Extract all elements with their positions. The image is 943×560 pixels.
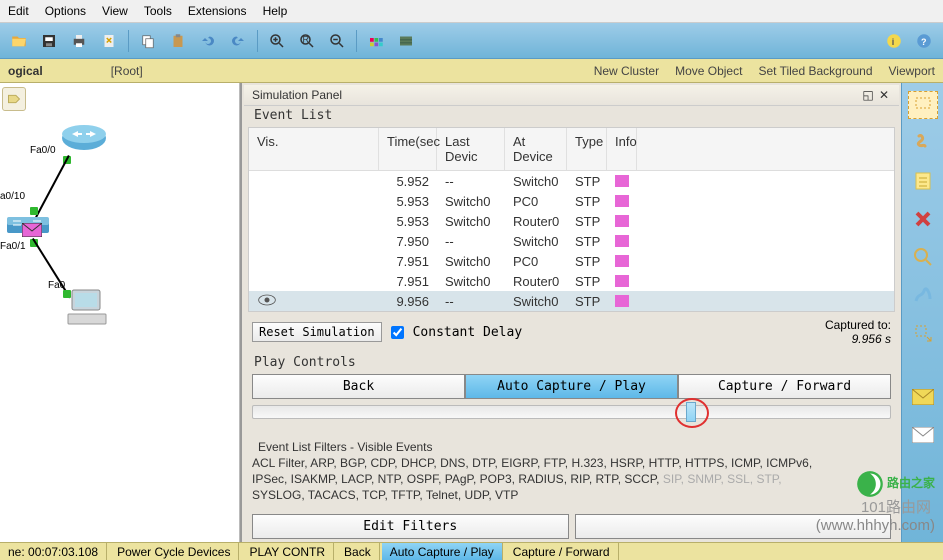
- sim-time: ne: 00:07:03.108: [0, 543, 107, 560]
- menu-edit[interactable]: Edit: [8, 4, 29, 18]
- port-label-fa01: Fa0/1: [0, 241, 26, 252]
- menu-help[interactable]: Help: [263, 4, 288, 18]
- col-vis[interactable]: Vis.: [249, 128, 379, 170]
- router-device[interactable]: [60, 123, 108, 156]
- event-filters: Event List Filters - Visible Events ACL …: [252, 439, 891, 504]
- close-panel-icon[interactable]: ✕: [877, 88, 891, 102]
- table-row[interactable]: 7.951Switch0Router0STP: [249, 271, 894, 291]
- detach-panel-icon[interactable]: ◱: [861, 88, 875, 102]
- info-icon[interactable]: i: [881, 28, 907, 54]
- help-icon[interactable]: ?: [911, 28, 937, 54]
- svg-text:R: R: [303, 34, 310, 44]
- link-router-switch: [35, 155, 70, 218]
- zoom-reset-icon[interactable]: R: [294, 28, 320, 54]
- note-tool-icon[interactable]: [908, 167, 938, 195]
- power-cycle[interactable]: Power Cycle Devices: [109, 543, 239, 560]
- zoom-in-icon[interactable]: [264, 28, 290, 54]
- logical-tab[interactable]: ogical: [8, 64, 43, 78]
- menu-view[interactable]: View: [102, 4, 128, 18]
- sub-toolbar: ogical [Root] New Cluster Move Object Se…: [0, 59, 943, 83]
- col-last[interactable]: Last Devic: [437, 128, 505, 170]
- menubar: Edit Options View Tools Extensions Help: [0, 0, 943, 23]
- table-row[interactable]: 5.952--Switch0STP: [249, 171, 894, 191]
- auto-capture-play-button[interactable]: Auto Capture / Play: [465, 374, 678, 399]
- table-row[interactable]: 5.953Switch0Router0STP: [249, 211, 894, 231]
- event-list-label: Event List: [244, 106, 899, 125]
- svg-text:?: ?: [921, 36, 927, 46]
- eye-icon: [257, 294, 277, 309]
- menu-options[interactable]: Options: [45, 4, 86, 18]
- new-cluster-action[interactable]: New Cluster: [594, 64, 659, 78]
- play-controls-tab[interactable]: PLAY CONTR: [241, 543, 334, 560]
- col-at[interactable]: At Device: [505, 128, 567, 170]
- wizard-icon[interactable]: [96, 28, 122, 54]
- drawer-icon[interactable]: [393, 28, 419, 54]
- auto-capture-tab[interactable]: Auto Capture / Play: [382, 543, 503, 560]
- edit-filters-button[interactable]: Edit Filters: [252, 514, 569, 539]
- viewport-action[interactable]: Viewport: [889, 64, 935, 78]
- sim-panel-title: Simulation Panel ◱ ✕: [244, 85, 899, 106]
- palette-icon[interactable]: [363, 28, 389, 54]
- move-object-action[interactable]: Move Object: [675, 64, 742, 78]
- svg-text:i: i: [892, 36, 895, 46]
- reset-simulation-button[interactable]: Reset Simulation: [252, 322, 382, 342]
- back-tab[interactable]: Back: [336, 543, 380, 560]
- resize-tool-icon[interactable]: [908, 319, 938, 347]
- table-row[interactable]: 7.951Switch0PC0STP: [249, 251, 894, 271]
- pc-device[interactable]: [66, 288, 108, 329]
- play-controls-label: Play Controls: [244, 351, 899, 374]
- move-tool-icon[interactable]: [908, 129, 938, 157]
- table-row[interactable]: 9.956--Switch0STP: [249, 291, 894, 311]
- constant-delay-label: Constant Delay: [413, 325, 523, 340]
- speed-slider[interactable]: [252, 405, 891, 419]
- topology-canvas[interactable]: Fa0/0 a0/10 Fa0/1 Fa0: [0, 83, 240, 555]
- nav-root-icon[interactable]: [2, 87, 26, 111]
- open-icon[interactable]: [6, 28, 32, 54]
- capture-fwd-tab[interactable]: Capture / Forward: [505, 543, 619, 560]
- captured-to-label: Captured to: 9.956 s: [825, 318, 891, 347]
- col-info[interactable]: Info: [607, 128, 637, 170]
- inspect-tool-icon[interactable]: [908, 243, 938, 271]
- table-header: Vis. Time(sec Last Devic At Device Type …: [249, 128, 894, 171]
- undo-icon[interactable]: [195, 28, 221, 54]
- menu-tools[interactable]: Tools: [144, 4, 172, 18]
- capture-forward-button[interactable]: Capture / Forward: [678, 374, 891, 399]
- draw-tool-icon[interactable]: [908, 281, 938, 309]
- paste-icon[interactable]: [165, 28, 191, 54]
- port-label-fa0: Fa0: [48, 280, 65, 291]
- col-type[interactable]: Type: [567, 128, 607, 170]
- save-icon[interactable]: [36, 28, 62, 54]
- filters-extra-button[interactable]: [575, 514, 892, 539]
- port-label-a010: a0/10: [0, 191, 25, 202]
- col-time[interactable]: Time(sec: [379, 128, 437, 170]
- port-label-fa00: Fa0/0: [30, 145, 56, 156]
- menu-extensions[interactable]: Extensions: [188, 4, 247, 18]
- right-toolbar: [901, 83, 943, 555]
- select-tool-icon[interactable]: [908, 91, 938, 119]
- annotation-circle: [675, 398, 709, 428]
- tiled-bg-action[interactable]: Set Tiled Background: [758, 64, 872, 78]
- add-simple-pdu-icon[interactable]: [908, 383, 938, 411]
- constant-delay-checkbox[interactable]: [391, 326, 404, 339]
- print-icon[interactable]: [66, 28, 92, 54]
- copy-icon[interactable]: [135, 28, 161, 54]
- event-list-table: Vis. Time(sec Last Devic At Device Type …: [248, 127, 895, 312]
- root-breadcrumb[interactable]: [Root]: [111, 64, 143, 78]
- table-row[interactable]: 5.953Switch0PC0STP: [249, 191, 894, 211]
- redo-icon[interactable]: [225, 28, 251, 54]
- main-toolbar: R i ?: [0, 23, 943, 59]
- back-button[interactable]: Back: [252, 374, 465, 399]
- simulation-panel: Simulation Panel ◱ ✕ Event List Vis. Tim…: [240, 83, 901, 555]
- zoom-out-icon[interactable]: [324, 28, 350, 54]
- table-row[interactable]: 7.950--Switch0STP: [249, 231, 894, 251]
- delete-tool-icon[interactable]: [908, 205, 938, 233]
- bottom-status-bar: ne: 00:07:03.108 Power Cycle Devices PLA…: [0, 542, 943, 560]
- add-complex-pdu-icon[interactable]: [908, 421, 938, 449]
- link-led: [30, 207, 38, 215]
